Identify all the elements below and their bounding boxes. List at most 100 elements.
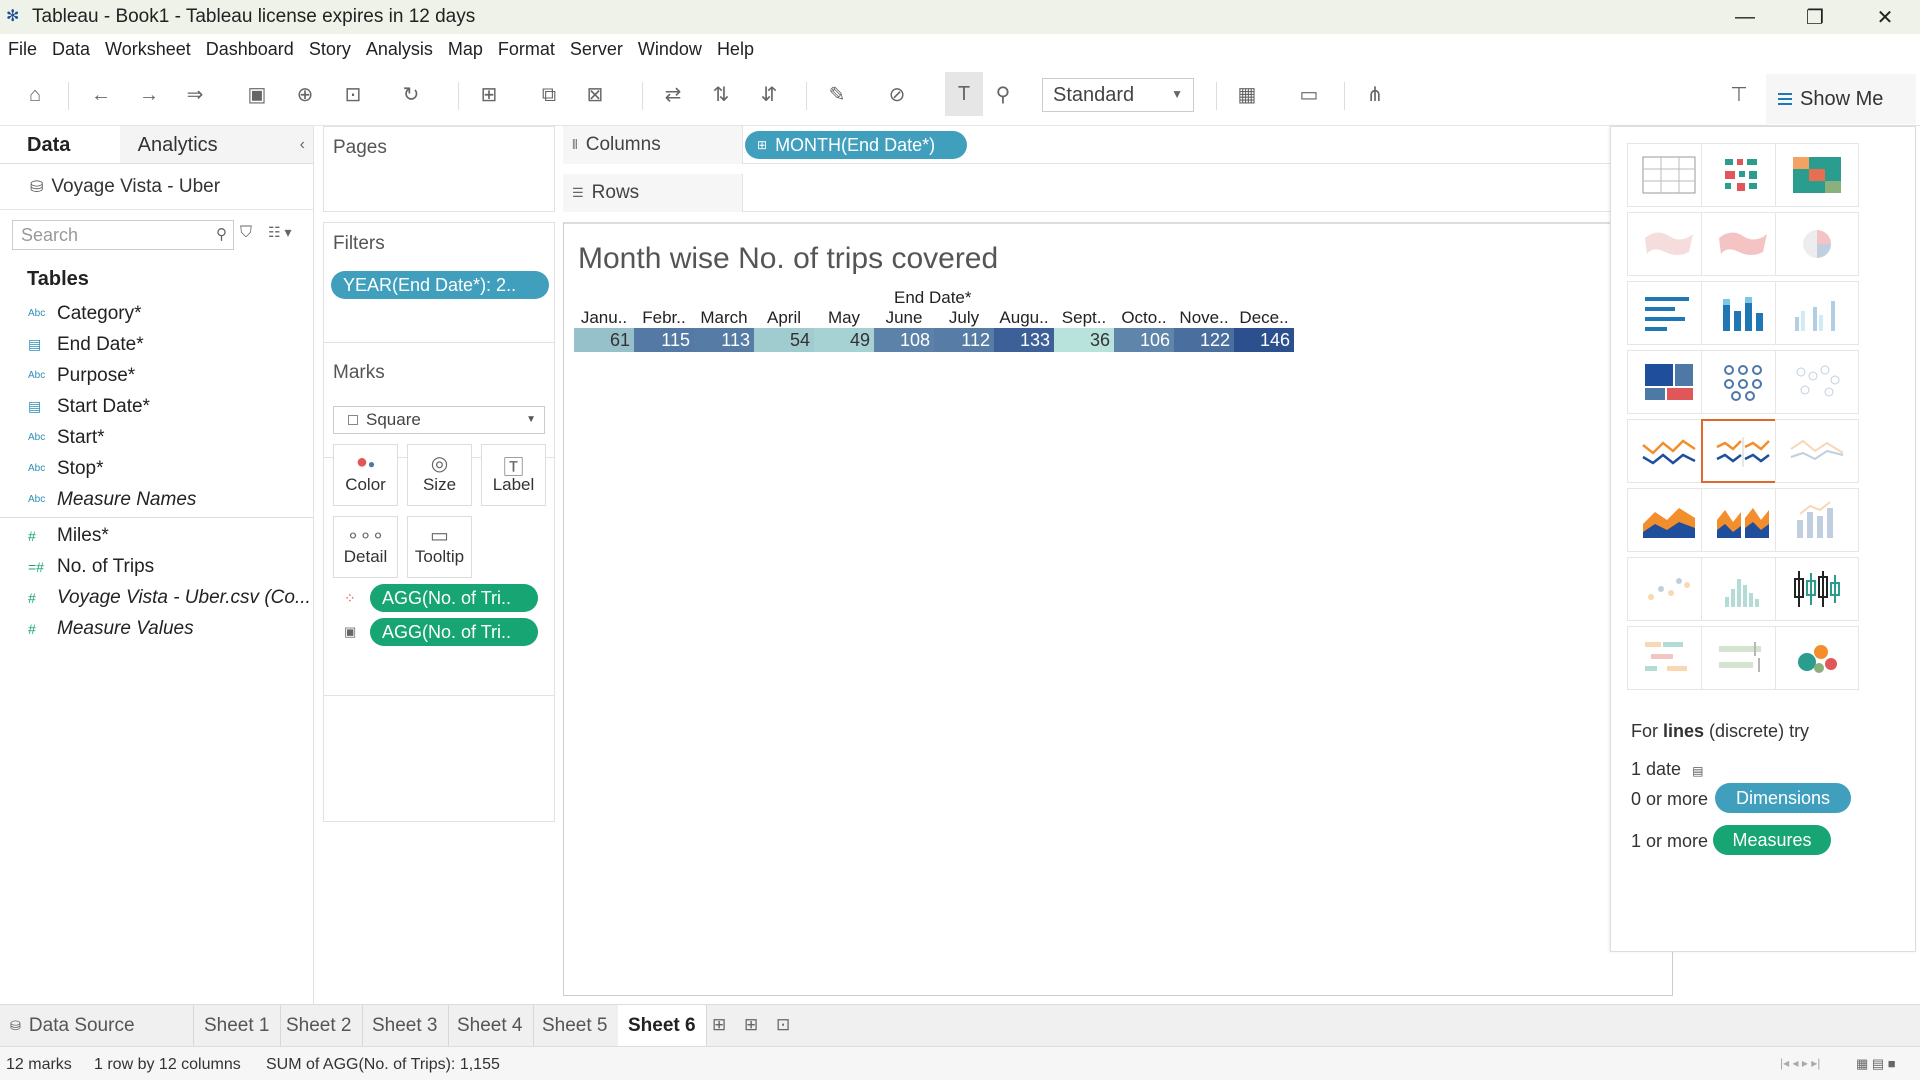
month-header[interactable]: July bbox=[934, 308, 994, 328]
field-measure-values[interactable]: # Measure Values bbox=[0, 613, 313, 644]
heatmap-cell[interactable]: 112 bbox=[934, 328, 994, 352]
save-icon[interactable]: ▣ bbox=[244, 82, 270, 108]
tab-data-source[interactable]: ⛁ Data Source bbox=[0, 1005, 194, 1047]
datasource-item[interactable]: ⛁ Voyage Vista - Uber bbox=[0, 164, 313, 210]
field-record-count[interactable]: # Voyage Vista - Uber.csv (Co... bbox=[0, 582, 313, 613]
presentation-mode-icon[interactable]: ▭ bbox=[1296, 82, 1322, 108]
show-mark-labels-icon[interactable]: T bbox=[945, 72, 983, 116]
month-header[interactable]: Dece.. bbox=[1234, 308, 1294, 328]
worksheet-view[interactable]: Month wise No. of trips covered End Date… bbox=[563, 222, 1673, 996]
highlight-table-icon[interactable] bbox=[1775, 143, 1859, 207]
sort-descending-icon[interactable]: ⇵ bbox=[756, 82, 782, 108]
month-header[interactable]: Sept.. bbox=[1054, 308, 1114, 328]
menu-help[interactable]: Help bbox=[717, 39, 754, 60]
home-icon[interactable]: ⌂ bbox=[22, 82, 48, 108]
tab-analytics[interactable]: Analytics ‹ bbox=[119, 126, 313, 163]
area-discrete-icon[interactable] bbox=[1701, 488, 1785, 552]
field-end-date[interactable]: ▤ End Date* bbox=[0, 329, 313, 360]
gantt-chart-icon[interactable] bbox=[1627, 626, 1711, 690]
search-input[interactable]: Search ⚲ bbox=[12, 220, 234, 250]
replay-icon[interactable]: ⇒ bbox=[182, 82, 208, 108]
menu-map[interactable]: Map bbox=[448, 39, 483, 60]
circle-views-icon[interactable] bbox=[1701, 350, 1785, 414]
month-header[interactable]: March bbox=[694, 308, 754, 328]
pages-card[interactable]: Pages bbox=[323, 126, 555, 212]
menu-dashboard[interactable]: Dashboard bbox=[206, 39, 294, 60]
menu-format[interactable]: Format bbox=[498, 39, 555, 60]
field-start-date[interactable]: ▤ Start Date* bbox=[0, 391, 313, 422]
sheet-sorter-icon[interactable]: ▦ ▤ ■ bbox=[1856, 1056, 1896, 1072]
menu-analysis[interactable]: Analysis bbox=[366, 39, 433, 60]
show-cards-icon[interactable]: ▦ bbox=[1234, 82, 1260, 108]
heatmap-cell[interactable]: 61 bbox=[574, 328, 634, 352]
swap-axes-icon[interactable]: ⇄ bbox=[660, 82, 686, 108]
heatmap-cell[interactable]: 108 bbox=[874, 328, 934, 352]
menu-story[interactable]: Story bbox=[309, 39, 351, 60]
treemap-icon[interactable] bbox=[1627, 350, 1711, 414]
month-header[interactable]: Augu.. bbox=[994, 308, 1054, 328]
pie-chart-icon[interactable] bbox=[1775, 212, 1859, 276]
menu-data[interactable]: Data bbox=[52, 39, 90, 60]
continuous-lines-icon[interactable] bbox=[1627, 419, 1711, 483]
month-header[interactable]: Febr.. bbox=[634, 308, 694, 328]
heat-map-icon[interactable] bbox=[1701, 143, 1785, 207]
tab-sheet-3[interactable]: Sheet 3 bbox=[362, 1005, 449, 1047]
tab-sheet-2[interactable]: Sheet 2 bbox=[276, 1005, 363, 1047]
heatmap-cell[interactable]: 113 bbox=[694, 328, 754, 352]
group-members-icon[interactable]: ⊘ bbox=[884, 82, 910, 108]
tab-data[interactable]: Data bbox=[0, 126, 120, 163]
filter-icon[interactable]: ⛉ bbox=[240, 224, 252, 242]
bullet-graph-icon[interactable] bbox=[1701, 626, 1785, 690]
heatmap-cell[interactable]: 146 bbox=[1234, 328, 1294, 352]
rows-shelf[interactable]: ☰ Rows bbox=[563, 174, 1610, 212]
heatmap-cell[interactable]: 36 bbox=[1054, 328, 1114, 352]
month-header[interactable]: Octo.. bbox=[1114, 308, 1174, 328]
discrete-lines-icon[interactable] bbox=[1701, 419, 1785, 483]
heatmap-cell[interactable]: 54 bbox=[754, 328, 814, 352]
sheet-navigation-icon[interactable]: |◂ ◂ ▸ ▸| bbox=[1780, 1056, 1820, 1070]
show-me-button[interactable]: Show Me bbox=[1766, 74, 1916, 124]
menu-server[interactable]: Server bbox=[570, 39, 623, 60]
month-header[interactable]: April bbox=[754, 308, 814, 328]
new-data-source-icon[interactable]: ⊕ bbox=[292, 82, 318, 108]
field-measure-names[interactable]: Abc Measure Names bbox=[0, 484, 313, 515]
clear-sheet-icon[interactable]: ⊠ bbox=[582, 82, 608, 108]
symbol-map-icon[interactable] bbox=[1627, 212, 1711, 276]
month-header[interactable]: Janu.. bbox=[574, 308, 634, 328]
tab-sheet-5[interactable]: Sheet 5 bbox=[532, 1005, 619, 1047]
undo-icon[interactable]: ← bbox=[88, 82, 114, 108]
dual-lines-icon[interactable] bbox=[1775, 419, 1859, 483]
side-by-side-circles-icon[interactable] bbox=[1775, 350, 1859, 414]
sheet-title[interactable]: Month wise No. of trips covered bbox=[578, 242, 998, 276]
collapse-pane-icon[interactable]: ‹ bbox=[300, 136, 305, 154]
highlight-icon[interactable]: ✎ bbox=[824, 82, 850, 108]
field-start[interactable]: Abc Start* bbox=[0, 422, 313, 453]
packed-bubbles-icon[interactable] bbox=[1775, 626, 1859, 690]
heatmap-cell[interactable]: 122 bbox=[1174, 328, 1234, 352]
heatmap-cell[interactable]: 133 bbox=[994, 328, 1054, 352]
heatmap-cell[interactable]: 115 bbox=[634, 328, 694, 352]
box-whisker-icon[interactable] bbox=[1775, 557, 1859, 621]
month-end-date-pill[interactable]: ⊞ MONTH(End Date*) bbox=[745, 131, 967, 159]
menu-window[interactable]: Window bbox=[638, 39, 702, 60]
new-worksheet-icon[interactable]: ⊞ bbox=[712, 1015, 726, 1035]
year-filter-pill[interactable]: YEAR(End Date*): 2.. bbox=[331, 271, 549, 299]
histogram-icon[interactable] bbox=[1701, 557, 1785, 621]
duplicate-sheet-icon[interactable]: ⧉ bbox=[536, 82, 562, 108]
fix-axes-icon[interactable]: ⚲ bbox=[990, 82, 1016, 108]
horizontal-bars-icon[interactable] bbox=[1627, 281, 1711, 345]
new-dashboard-icon[interactable]: ⊞ bbox=[744, 1015, 758, 1035]
field-no-of-trips[interactable]: =# No. of Trips bbox=[0, 551, 313, 582]
month-header[interactable]: June bbox=[874, 308, 934, 328]
month-header[interactable]: Nove.. bbox=[1174, 308, 1234, 328]
filled-map-icon[interactable] bbox=[1701, 212, 1785, 276]
field-purpose[interactable]: Abc Purpose* bbox=[0, 360, 313, 391]
tab-sheet-4[interactable]: Sheet 4 bbox=[447, 1005, 534, 1047]
new-worksheet-icon[interactable]: ⊞ bbox=[476, 82, 502, 108]
restore-button[interactable]: ❐ bbox=[1780, 0, 1850, 34]
menu-worksheet[interactable]: Worksheet bbox=[105, 39, 191, 60]
new-story-icon[interactable]: ⊡ bbox=[776, 1015, 790, 1035]
redo-icon[interactable]: → bbox=[136, 82, 162, 108]
tab-sheet-1[interactable]: Sheet 1 bbox=[194, 1005, 281, 1047]
stacked-bars-icon[interactable] bbox=[1701, 281, 1785, 345]
